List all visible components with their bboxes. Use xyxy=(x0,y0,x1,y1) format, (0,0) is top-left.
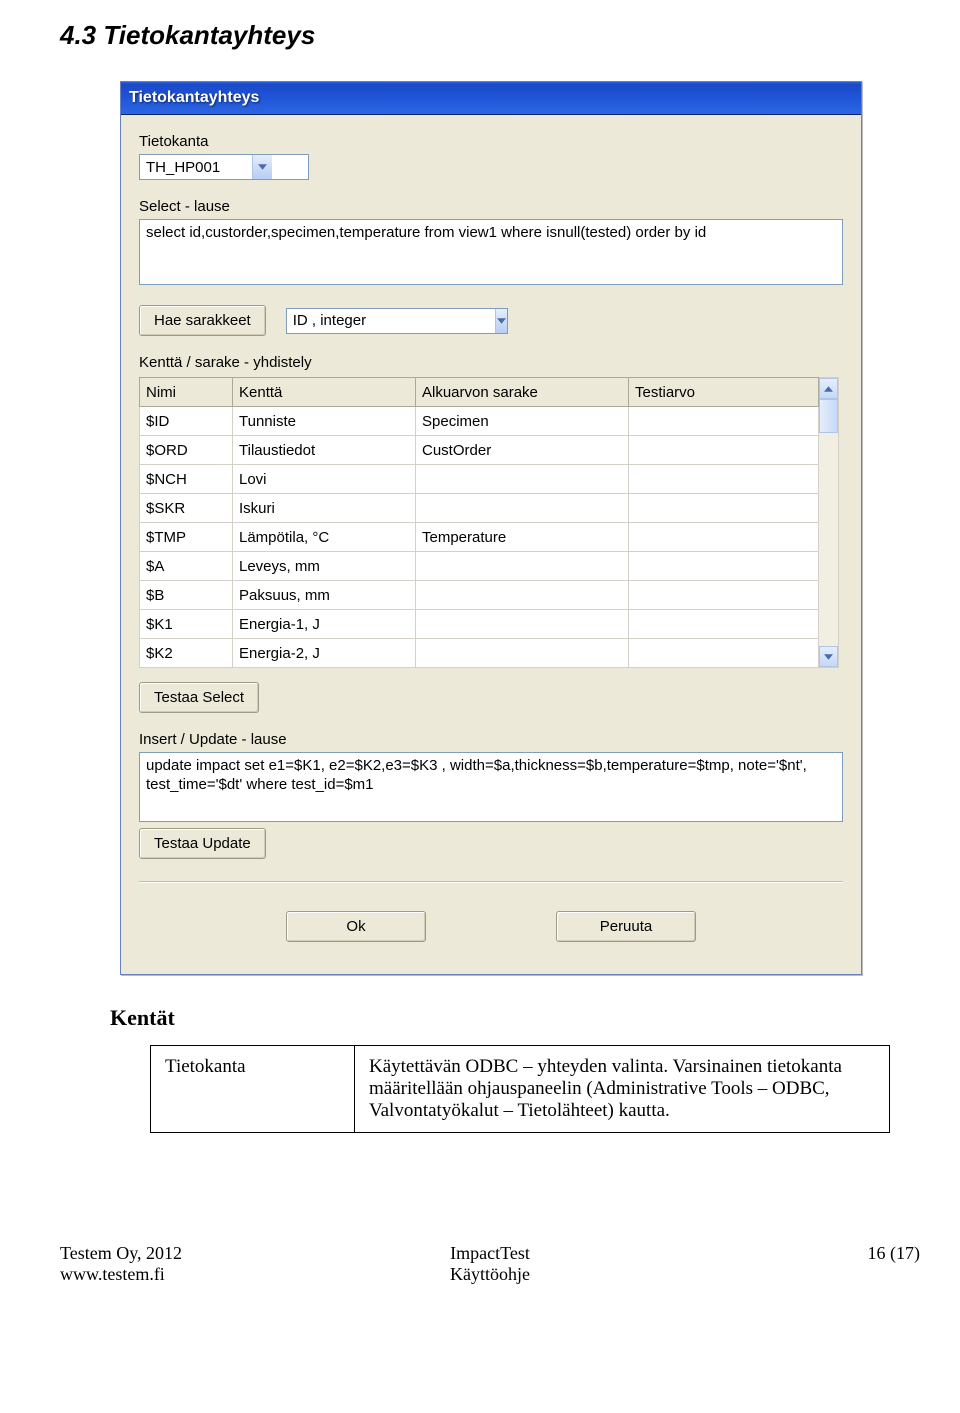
table-row[interactable]: $BPaksuus, mm xyxy=(140,581,819,610)
page-footer: Testem Oy, 2012 www.testem.fi ImpactTest… xyxy=(0,1243,960,1315)
cell-test[interactable] xyxy=(629,523,819,552)
cell-nimi[interactable]: $SKR xyxy=(140,494,233,523)
cell-kentta[interactable]: Tilaustiedot xyxy=(233,436,416,465)
dialog-window: Tietokantayhteys Tietokanta TH_HP001 Sel… xyxy=(120,81,862,975)
cell-alku[interactable]: Specimen xyxy=(416,407,629,436)
mapping-table[interactable]: Nimi Kenttä Alkuarvon sarake Testiarvo $… xyxy=(139,377,819,668)
cell-nimi[interactable]: $TMP xyxy=(140,523,233,552)
table-row[interactable]: $TMPLämpötila, °CTemperature xyxy=(140,523,819,552)
column-dropdown-value: ID , integer xyxy=(287,309,495,333)
cancel-button[interactable]: Peruuta xyxy=(556,911,696,942)
cell-nimi[interactable]: $NCH xyxy=(140,465,233,494)
footer-product: ImpactTest xyxy=(347,1243,634,1264)
scroll-track[interactable] xyxy=(819,399,838,646)
cell-test[interactable] xyxy=(629,610,819,639)
cell-alku[interactable] xyxy=(416,581,629,610)
cell-alku[interactable] xyxy=(416,552,629,581)
description-table: Tietokanta Käytettävän ODBC – yhteyden v… xyxy=(150,1045,890,1133)
cell-nimi[interactable]: $A xyxy=(140,552,233,581)
select-label: Select - lause xyxy=(139,198,843,215)
cell-alku[interactable] xyxy=(416,610,629,639)
cell-test[interactable] xyxy=(629,552,819,581)
cell-nimi[interactable]: $B xyxy=(140,581,233,610)
table-row[interactable]: $IDTunnisteSpecimen xyxy=(140,407,819,436)
table-row: Tietokanta Käytettävän ODBC – yhteyden v… xyxy=(151,1046,890,1133)
footer-doc: Käyttöohje xyxy=(347,1264,634,1285)
description-section: Kentät Tietokanta Käytettävän ODBC – yht… xyxy=(110,1005,920,1133)
column-dropdown[interactable]: ID , integer xyxy=(286,308,508,334)
mapping-grid: Nimi Kenttä Alkuarvon sarake Testiarvo $… xyxy=(139,377,839,668)
cell-kentta[interactable]: Tunniste xyxy=(233,407,416,436)
scroll-thumb[interactable] xyxy=(819,399,838,433)
col-nimi: Nimi xyxy=(140,378,233,407)
desc-value: Käytettävän ODBC – yhteyden valinta. Var… xyxy=(355,1046,890,1133)
footer-company: Testem Oy, 2012 xyxy=(60,1243,347,1264)
col-testiarvo: Testiarvo xyxy=(629,378,819,407)
cell-test[interactable] xyxy=(629,465,819,494)
test-update-button[interactable]: Testaa Update xyxy=(139,828,266,859)
db-label: Tietokanta xyxy=(139,133,843,150)
footer-right: 16 (17) xyxy=(633,1243,920,1285)
cell-kentta[interactable]: Lovi xyxy=(233,465,416,494)
cell-alku[interactable]: Temperature xyxy=(416,523,629,552)
cell-kentta[interactable]: Energia-1, J xyxy=(233,610,416,639)
footer-left: Testem Oy, 2012 www.testem.fi xyxy=(60,1243,347,1285)
cell-test[interactable] xyxy=(629,581,819,610)
cell-kentta[interactable]: Paksuus, mm xyxy=(233,581,416,610)
insert-textarea[interactable]: update impact set e1=$K1, e2=$K2,e3=$K3 … xyxy=(139,752,843,822)
test-select-button[interactable]: Testaa Select xyxy=(139,682,259,713)
scroll-up-icon[interactable] xyxy=(819,378,838,399)
chevron-down-icon[interactable] xyxy=(252,155,272,179)
cell-nimi[interactable]: $K2 xyxy=(140,639,233,668)
cell-kentta[interactable]: Lämpötila, °C xyxy=(233,523,416,552)
divider xyxy=(139,881,843,883)
chevron-down-icon[interactable] xyxy=(495,309,507,333)
col-kentta: Kenttä xyxy=(233,378,416,407)
footer-center: ImpactTest Käyttöohje xyxy=(347,1243,634,1285)
footer-page: 16 (17) xyxy=(633,1243,920,1264)
table-row[interactable]: $ALeveys, mm xyxy=(140,552,819,581)
db-dropdown-value: TH_HP001 xyxy=(140,155,252,179)
vertical-scrollbar[interactable] xyxy=(819,377,839,668)
ok-button[interactable]: Ok xyxy=(286,911,426,942)
section-heading: 4.3 Tietokantayhteys xyxy=(60,20,920,51)
table-header-row: Nimi Kenttä Alkuarvon sarake Testiarvo xyxy=(140,378,819,407)
desc-key: Tietokanta xyxy=(151,1046,355,1133)
cell-nimi[interactable]: $ORD xyxy=(140,436,233,465)
insert-label: Insert / Update - lause xyxy=(139,731,843,748)
mapping-label: Kenttä / sarake - yhdistely xyxy=(139,354,843,371)
cell-alku[interactable] xyxy=(416,465,629,494)
cell-kentta[interactable]: Energia-2, J xyxy=(233,639,416,668)
cell-test[interactable] xyxy=(629,436,819,465)
fields-heading: Kentät xyxy=(110,1005,920,1031)
db-dropdown[interactable]: TH_HP001 xyxy=(139,154,309,180)
cell-test[interactable] xyxy=(629,639,819,668)
cell-alku[interactable] xyxy=(416,494,629,523)
table-row[interactable]: $K2Energia-2, J xyxy=(140,639,819,668)
col-alku: Alkuarvon sarake xyxy=(416,378,629,407)
cell-nimi[interactable]: $ID xyxy=(140,407,233,436)
cell-test[interactable] xyxy=(629,407,819,436)
cell-kentta[interactable]: Iskuri xyxy=(233,494,416,523)
titlebar: Tietokantayhteys xyxy=(121,82,861,115)
cell-alku[interactable] xyxy=(416,639,629,668)
footer-url: www.testem.fi xyxy=(60,1264,347,1285)
select-textarea[interactable]: select id,custorder,specimen,temperature… xyxy=(139,219,843,285)
cell-kentta[interactable]: Leveys, mm xyxy=(233,552,416,581)
window-title: Tietokantayhteys xyxy=(129,89,259,107)
scroll-down-icon[interactable] xyxy=(819,646,838,667)
dialog-buttons: Ok Peruuta xyxy=(139,901,843,956)
table-row[interactable]: $SKRIskuri xyxy=(140,494,819,523)
cell-test[interactable] xyxy=(629,494,819,523)
cell-nimi[interactable]: $K1 xyxy=(140,610,233,639)
table-row[interactable]: $K1Energia-1, J xyxy=(140,610,819,639)
cell-alku[interactable]: CustOrder xyxy=(416,436,629,465)
table-row[interactable]: $NCHLovi xyxy=(140,465,819,494)
fetch-columns-button[interactable]: Hae sarakkeet xyxy=(139,305,266,336)
table-row[interactable]: $ORDTilaustiedotCustOrder xyxy=(140,436,819,465)
